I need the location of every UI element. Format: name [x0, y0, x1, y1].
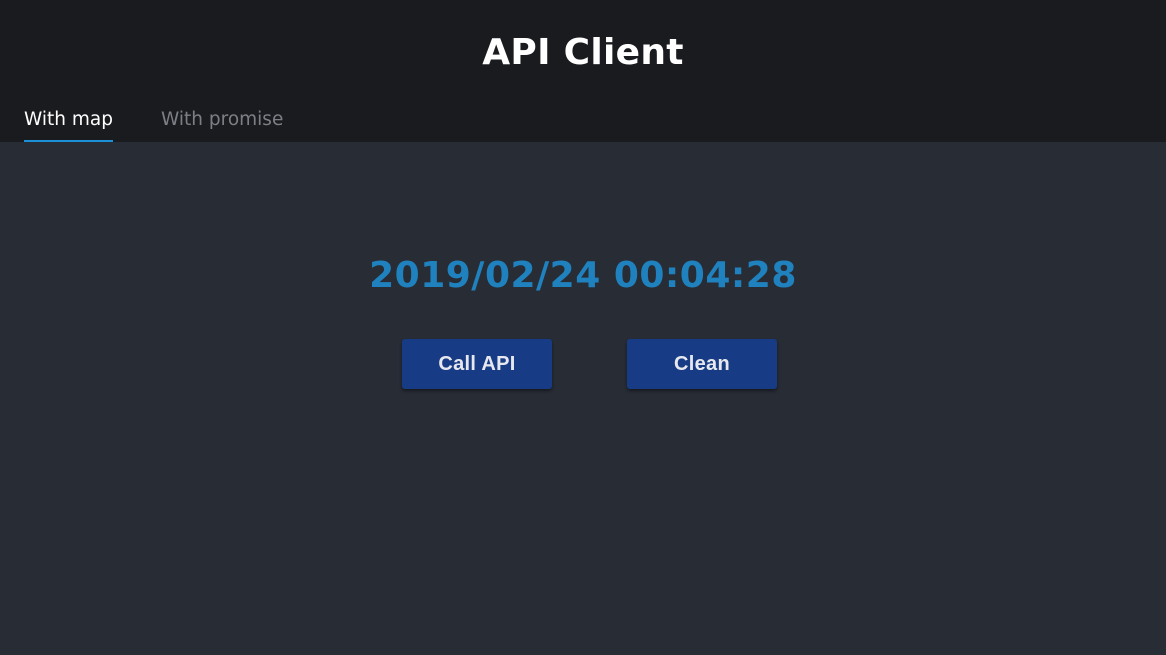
- timestamp-display: 2019/02/24 00:04:28: [369, 255, 797, 296]
- call-api-button[interactable]: Call API: [402, 339, 552, 389]
- clean-button[interactable]: Clean: [627, 339, 777, 389]
- main-content: 2019/02/24 00:04:28 Call API Clean: [0, 142, 1166, 655]
- tab-with-promise[interactable]: With promise: [161, 107, 283, 142]
- app-header: API Client With map With promise: [0, 0, 1166, 142]
- tab-with-map[interactable]: With map: [24, 107, 113, 142]
- app-title: API Client: [482, 32, 684, 73]
